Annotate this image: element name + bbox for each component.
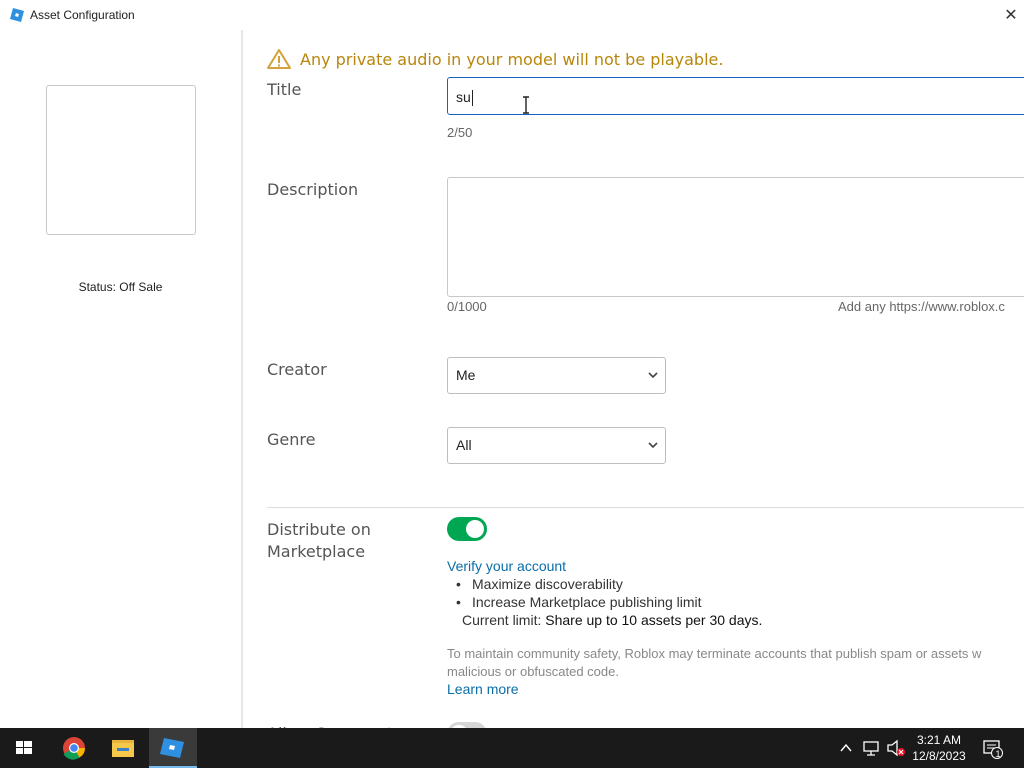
taskbar-clock[interactable]: 3:21 AM 12/8/2023: [906, 732, 972, 764]
distribute-label-line1: Distribute on: [267, 520, 371, 539]
windows-taskbar: 3:21 AM 12/8/2023 1: [0, 728, 1024, 768]
description-hint: Add any https://www.roblox.c: [838, 299, 1005, 314]
genre-select-value: All: [456, 437, 472, 453]
current-limit: Current limit: Share up to 10 assets per…: [462, 612, 763, 628]
text-caret: [471, 90, 473, 107]
distribute-toggle[interactable]: [447, 517, 487, 541]
toggle-knob: [466, 520, 484, 538]
list-item: • Increase Marketplace publishing limit: [456, 594, 702, 610]
section-divider: [267, 507, 1024, 508]
creator-select[interactable]: Me: [447, 357, 666, 394]
ibeam-cursor-icon: [523, 96, 529, 114]
file-explorer-taskbar-button[interactable]: [99, 728, 147, 768]
chrome-icon: [63, 737, 85, 760]
window-titlebar: Asset Configuration ✕: [0, 0, 1024, 30]
panel-divider: [241, 30, 243, 728]
network-icon[interactable]: [861, 728, 881, 768]
description-counter: 0/1000: [447, 299, 487, 314]
title-label: Title: [267, 80, 302, 99]
folder-icon: [112, 740, 134, 757]
creator-label: Creator: [267, 360, 327, 379]
clock-time: 3:21 AM: [916, 733, 962, 747]
roblox-studio-taskbar-button[interactable]: [149, 728, 197, 768]
window-title: Asset Configuration: [30, 8, 135, 22]
chevron-down-icon: [648, 372, 658, 379]
title-counter: 2/50: [447, 125, 473, 140]
notification-count: 1: [995, 749, 1001, 759]
verify-account-link[interactable]: Verify your account: [447, 558, 566, 574]
genre-label: Genre: [267, 430, 316, 449]
audio-warning: Any private audio in your model will not…: [266, 47, 723, 71]
safety-notice: To maintain community safety, Roblox may…: [447, 646, 982, 679]
volume-muted-icon[interactable]: [885, 728, 907, 768]
genre-select[interactable]: All: [447, 427, 666, 464]
asset-thumbnail: [46, 85, 196, 235]
title-input[interactable]: su: [447, 77, 1024, 115]
left-panel: Status: Off Sale: [0, 30, 241, 728]
chrome-taskbar-button[interactable]: [50, 728, 98, 768]
benefits-list: • Maximize discoverability • Increase Mark…: [456, 575, 702, 611]
chevron-down-icon: [648, 442, 658, 449]
creator-select-value: Me: [456, 367, 476, 383]
warning-text: Any private audio in your model will not…: [300, 49, 724, 69]
close-icon[interactable]: ✕: [1002, 6, 1020, 24]
start-button[interactable]: [0, 728, 48, 768]
distribute-label-line2: Marketplace: [267, 542, 366, 561]
list-item: • Maximize discoverability: [456, 576, 623, 592]
warning-triangle-icon: [267, 49, 291, 69]
clock-date: 12/8/2023: [912, 749, 966, 763]
limit-value: Share up to 10 assets per 30 days.: [545, 612, 763, 628]
description-label: Description: [267, 180, 359, 199]
roblox-studio-icon: [10, 8, 24, 22]
roblox-studio-icon: [160, 738, 184, 758]
title-input-value: su: [456, 89, 471, 105]
chevron-up-icon[interactable]: [838, 728, 854, 768]
learn-more-link[interactable]: Learn more: [447, 681, 519, 697]
status-label: Status: Off Sale: [78, 280, 163, 294]
windows-logo-icon: [16, 741, 32, 754]
description-input[interactable]: [447, 177, 1024, 297]
